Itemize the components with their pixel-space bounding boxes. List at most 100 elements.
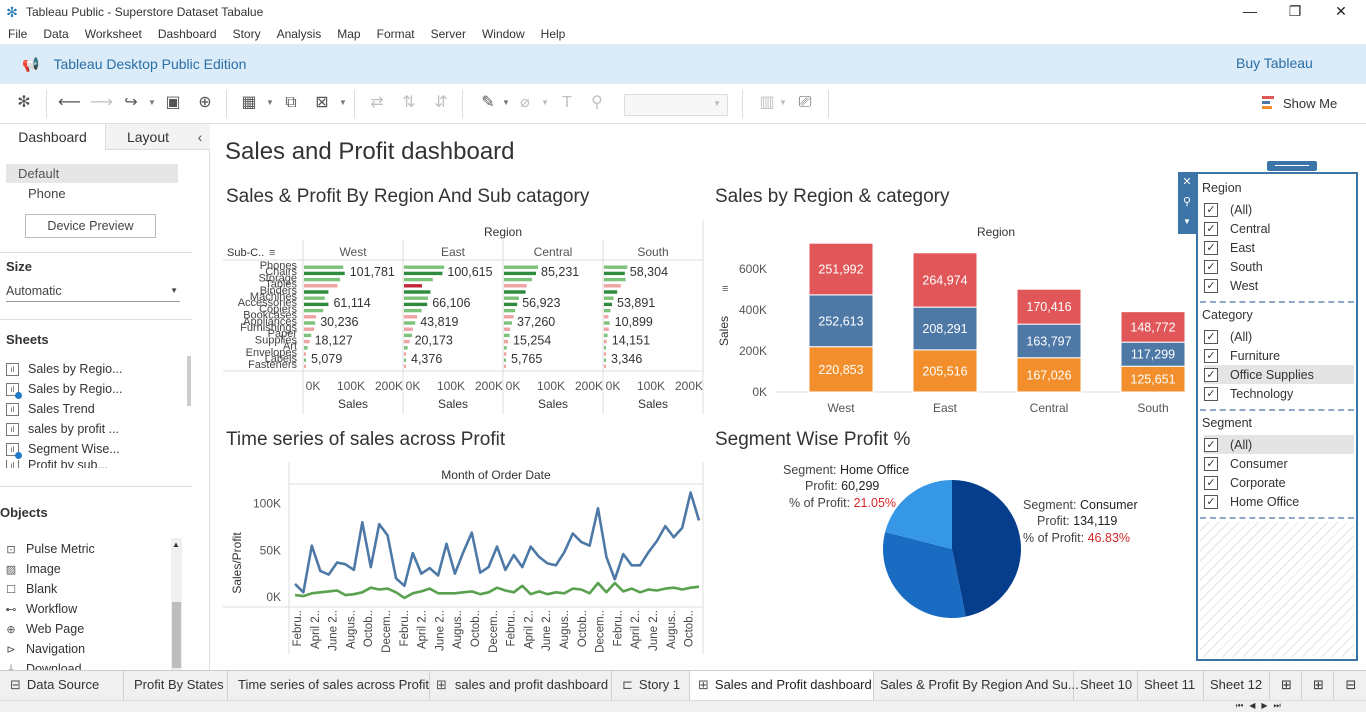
menu-story[interactable]: Story [225,27,269,41]
filter-segment-all[interactable]: ✓ (All) [1204,435,1354,454]
new-dashboard-icon[interactable]: ⊞ [1304,671,1334,700]
tab-sheet-10[interactable]: Sheet 10 [1074,671,1138,700]
sheet-item[interactable]: ıl sales by profit ... [6,422,119,436]
filter-category-technology[interactable]: ✓ Technology [1204,384,1354,403]
region-category-chart[interactable]: Region 0K 200K 400K 600K Sales ≡ 220,853 252,613… [711,216,1186,416]
tab-time-series[interactable]: Time series of sales across Profit [228,671,430,700]
checkbox[interactable]: ✓ [1204,221,1218,236]
tab-layout[interactable]: Layout [105,124,190,150]
time-series-chart[interactable]: Month of Order Date 0K 50K 100K Sales/Profit… [221,458,706,658]
sheet-item[interactable]: ıl Sales Trend [6,402,95,416]
device-phone[interactable]: Phone [28,184,66,203]
size-dropdown[interactable]: Automatic ▼ [6,284,180,302]
new-worksheet-icon[interactable]: ▦ [238,92,260,114]
menu-data[interactable]: Data [35,27,76,41]
menu-format[interactable]: Format [369,27,423,41]
tableau-home-icon[interactable]: ✻ [13,92,35,114]
filter-region-south[interactable]: ✓ South [1204,257,1354,276]
object-blank[interactable]: ☐ Blank [4,582,57,596]
checkbox[interactable]: ✓ [1204,348,1218,363]
menu-map[interactable]: Map [329,27,368,41]
checkbox[interactable]: ✓ [1204,367,1218,382]
checkbox[interactable]: ✓ [1204,386,1218,401]
scroll-thumb[interactable] [172,602,181,668]
object-navigation[interactable]: ⊳ Navigation [4,642,85,656]
object-image[interactable]: ▨ Image [4,562,61,576]
collapse-pane-icon[interactable]: ‹ [190,124,210,150]
filter-segment-consumer[interactable]: ✓ Consumer [1204,454,1354,473]
duplicate-icon[interactable]: ⧉ [280,92,302,114]
tab-sales-profit-dashboard[interactable]: ⊞ Sales and Profit dashboard [690,671,874,700]
object-web-page[interactable]: ⊕ Web Page [4,622,84,636]
tab-profit-by-states[interactable]: Profit By States [124,671,228,700]
chevron-down-icon[interactable]: ▼ [1178,212,1196,232]
menu-file[interactable]: File [0,27,35,41]
checkbox[interactable]: ✓ [1204,278,1218,293]
filter-region-east[interactable]: ✓ East [1204,238,1354,257]
tab-story-1[interactable]: ⊏ Story 1 [612,671,690,700]
object-pulse-metric[interactable]: ⊡ Pulse Metric [4,542,94,556]
checkbox[interactable]: ✓ [1204,329,1218,344]
replay-icon[interactable]: ↪ [120,92,142,114]
clear-sheet-icon[interactable]: ⊠ [311,92,333,114]
chevron-down-icon[interactable]: ▼ [148,98,156,107]
pin-icon[interactable]: ⚲ [1178,192,1196,212]
buy-tableau-link[interactable]: Buy Tableau [1236,55,1313,71]
tab-data-source[interactable]: ⊟ Data Source [0,671,124,700]
checkbox[interactable]: ✓ [1204,202,1218,217]
sheets-scrollbar[interactable] [187,356,191,406]
sheet-item[interactable]: ıl Profit by sub... [6,460,108,468]
menu-window[interactable]: Window [474,27,533,41]
filter-category-all[interactable]: ✓ (All) [1204,327,1354,346]
region-subcategory-chart[interactable]: RegionSub-C.. ≡PhonesChairsStorageTablesB… [221,216,706,416]
minimize-button[interactable]: — [1227,0,1273,24]
drag-handle[interactable] [1267,161,1317,171]
checkbox[interactable]: ✓ [1204,475,1218,490]
menu-server[interactable]: Server [423,27,474,41]
object-download[interactable]: ⤓ Download [4,662,82,670]
sheet-item[interactable]: ıl Segment Wise... [6,442,120,459]
device-default[interactable]: Default [6,164,178,183]
presentation-mode-icon[interactable]: ⎚ [794,92,816,114]
tab-sheet-12[interactable]: Sheet 12 [1204,671,1270,700]
save-icon[interactable]: ▣ [162,92,184,114]
checkbox[interactable]: ✓ [1204,259,1218,274]
checkbox[interactable]: ✓ [1204,494,1218,509]
sheet-navigation-icon[interactable]: ⏮◀▶⏭ [1236,701,1287,711]
highlight-pen-icon[interactable]: ✎ [477,92,499,114]
menu-analysis[interactable]: Analysis [269,27,330,41]
close-icon[interactable]: ✕ [1178,172,1196,192]
tab-sheet-11[interactable]: Sheet 11 [1138,671,1204,700]
new-data-source-icon[interactable]: ⊕ [194,92,216,114]
chevron-down-icon[interactable]: ▼ [502,98,510,107]
filter-category-furniture[interactable]: ✓ Furniture [1204,346,1354,365]
filter-region-all[interactable]: ✓ (All) [1204,200,1354,219]
sheet-item[interactable]: ıl Sales by Regio... [6,362,123,376]
filter-category-office-supplies[interactable]: ✓ Office Supplies [1204,365,1354,384]
object-workflow[interactable]: ⊷ Workflow [4,602,78,616]
show-me-icon[interactable] [1262,96,1274,112]
segment-pie-chart[interactable]: Segment: Consumer Profit: 134,119 % of Pro… [711,458,1186,658]
scroll-up-icon[interactable]: ▲ [172,540,180,549]
device-preview-button[interactable]: Device Preview [25,214,156,238]
tab-sales-profit-dashboard-lower[interactable]: ⊞ sales and profit dashboard [430,671,612,700]
new-worksheet-icon[interactable]: ⊞ [1272,671,1302,700]
sheet-item[interactable]: ıl Sales by Regio... [6,382,123,399]
new-story-icon[interactable]: ⊟ [1336,671,1366,700]
filter-region-central[interactable]: ✓ Central [1204,219,1354,238]
checkbox[interactable]: ✓ [1204,240,1218,255]
filter-segment-corporate[interactable]: ✓ Corporate [1204,473,1354,492]
undo-icon[interactable]: ⟵ [58,92,81,114]
filter-segment-home-office[interactable]: ✓ Home Office [1204,492,1354,511]
tab-sales-profit-region[interactable]: Sales & Profit By Region And Su... [874,671,1079,700]
show-me-button[interactable]: Show Me [1283,96,1337,111]
objects-scrollbar[interactable]: ▲ [171,538,182,670]
checkbox[interactable]: ✓ [1204,456,1218,471]
tab-dashboard[interactable]: Dashboard [0,124,105,150]
close-button[interactable]: ✕ [1318,0,1364,24]
maximize-button[interactable]: ❐ [1272,0,1318,24]
checkbox[interactable]: ✓ [1204,437,1218,452]
filter-region-west[interactable]: ✓ West [1204,276,1354,295]
menu-dashboard[interactable]: Dashboard [150,27,225,41]
chevron-down-icon[interactable]: ▼ [339,98,347,107]
